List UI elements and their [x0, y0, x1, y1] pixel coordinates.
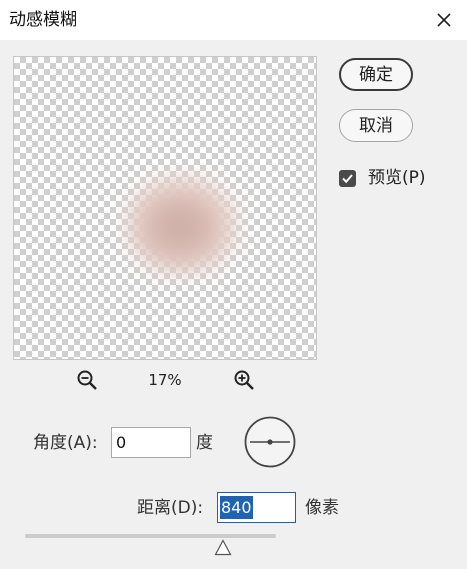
dialog-title: 动感模糊	[9, 10, 77, 30]
slider-thumb-icon	[214, 539, 232, 556]
angle-dial[interactable]	[244, 416, 296, 468]
blurred-image-preview	[126, 175, 238, 275]
ok-button[interactable]: 确定	[339, 58, 413, 91]
preview-checkbox[interactable]	[339, 170, 356, 187]
zoom-level: 17%	[148, 371, 182, 389]
distance-label: 距离(D):	[137, 498, 204, 518]
distance-value: 840	[220, 496, 253, 519]
zoom-in-icon	[234, 370, 254, 390]
angle-input[interactable]: 0	[111, 427, 191, 458]
zoom-out-button[interactable]	[76, 369, 98, 391]
cancel-button[interactable]: 取消	[339, 109, 413, 142]
angle-unit: 度	[196, 433, 213, 453]
distance-unit: 像素	[305, 498, 339, 518]
angle-label: 角度(A):	[33, 433, 98, 453]
checkmark-icon	[342, 174, 353, 184]
distance-slider-track[interactable]	[25, 534, 276, 538]
distance-slider-thumb[interactable]	[214, 539, 232, 556]
zoom-in-button[interactable]	[233, 369, 255, 391]
close-button[interactable]	[433, 9, 455, 31]
close-icon	[437, 13, 451, 27]
preview-canvas[interactable]	[13, 56, 317, 360]
zoom-out-icon	[77, 370, 97, 390]
distance-input[interactable]: 840	[217, 492, 296, 523]
angle-dial-icon	[244, 416, 296, 468]
title-bar: 动感模糊	[0, 0, 467, 40]
preview-label[interactable]: 预览(P)	[368, 167, 426, 190]
